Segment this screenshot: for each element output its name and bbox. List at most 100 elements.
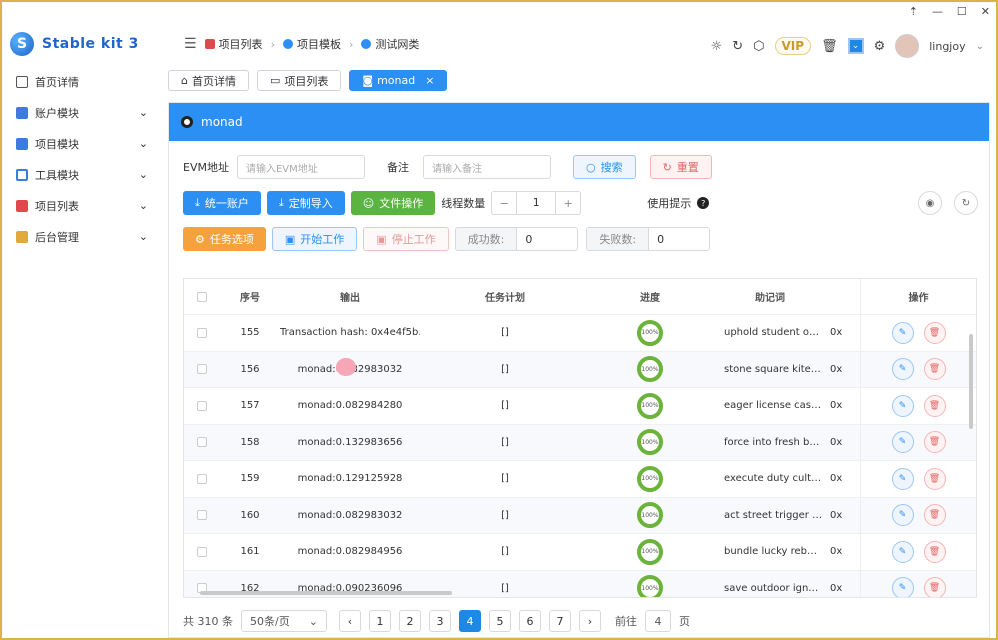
chevron-down-icon: ⌄	[138, 106, 148, 119]
edit-icon[interactable]: ✎	[891, 321, 914, 344]
edit-icon[interactable]: ✎	[891, 431, 914, 454]
edit-icon[interactable]: ✎	[891, 504, 914, 527]
plus-icon[interactable]: +	[556, 197, 580, 210]
sidebar-item-accounts[interactable]: 账户模块 ⌄	[2, 97, 162, 128]
page-size-select[interactable]: 50条/页 ⌄	[241, 610, 327, 632]
stop-work-button[interactable]: ▣ 停止工作	[363, 227, 449, 251]
task-options-button[interactable]: ⚙ 任务选项	[183, 227, 266, 251]
page-button[interactable]: 6	[519, 610, 541, 632]
gear-icon[interactable]: ⚙	[874, 39, 886, 54]
page-button[interactable]: 4	[459, 610, 481, 632]
row-checkbox[interactable]	[197, 437, 207, 448]
edit-icon[interactable]: ✎	[891, 358, 914, 381]
delete-icon[interactable]: 🗑	[923, 321, 946, 344]
vip-badge[interactable]: VIP	[774, 37, 812, 55]
maximize-icon[interactable]: ☐	[957, 5, 967, 18]
goto-page-input[interactable]: 4	[645, 610, 671, 632]
sidebar-item-tools[interactable]: 工具模块 ⌄	[2, 159, 162, 190]
edit-icon[interactable]: ✎	[891, 540, 914, 563]
note-label: 备注	[386, 161, 409, 174]
delete-icon[interactable]: 🗑	[923, 504, 946, 527]
help-icon[interactable]: ?	[697, 197, 710, 209]
sidebar-item-projects[interactable]: 项目模块 ⌄	[2, 128, 162, 159]
row-checkbox[interactable]	[197, 510, 207, 521]
page-button[interactable]: 5	[489, 610, 511, 632]
page-button[interactable]: 7	[549, 610, 571, 632]
prev-page-button[interactable]: ‹	[339, 610, 361, 632]
chevron-right-icon: ›	[348, 37, 354, 51]
row-checkbox[interactable]	[197, 473, 207, 484]
table-row[interactable]: 157 monad:0.082984280 [] 100% eager license …	[184, 388, 976, 425]
breadcrumb-item[interactable]: 测试网类	[361, 36, 419, 52]
tab-home[interactable]: ⌂ 首页详情	[168, 70, 249, 91]
threads-value[interactable]: 1	[516, 192, 557, 214]
table-row[interactable]: 155 Transaction hash: 0x4e4f5b… [] 100% upho…	[184, 315, 976, 352]
delete-icon[interactable]: 🗑	[923, 394, 946, 417]
usage-hint-label: 使用提示	[647, 197, 692, 210]
start-work-button[interactable]: ▣ 开始工作	[271, 227, 358, 251]
sidebar-item-admin[interactable]: 后台管理 ⌄	[2, 221, 162, 252]
unify-account-button[interactable]: ⤓ 统一账户	[183, 191, 261, 215]
window-controls: ⇡ — ☐ ✕	[909, 5, 990, 18]
vertical-scrollbar[interactable]	[969, 334, 973, 429]
edit-icon[interactable]: ✎	[891, 467, 914, 490]
play-icon: ▣	[284, 232, 296, 246]
tabs-bar: ⌂ 首页详情 ▭ 项目列表 ◙ monad ×	[168, 70, 448, 91]
breadcrumb-item[interactable]: 项目模板	[282, 36, 341, 52]
menu-collapse-icon[interactable]: ☰	[184, 36, 197, 52]
pin-icon[interactable]: ⇡	[909, 5, 918, 18]
custom-import-button[interactable]: ⤓ 定制导入	[266, 191, 345, 215]
delete-icon[interactable]: 🗑	[923, 540, 946, 563]
table-row[interactable]: 159 monad:0.129125928 [] 100% execute duty c…	[184, 461, 976, 498]
refresh-icon[interactable]: ↻	[954, 191, 978, 215]
reset-button[interactable]: ↻ 重置	[649, 155, 712, 179]
page-button[interactable]: 2	[399, 610, 421, 632]
minimize-icon[interactable]: —	[932, 5, 943, 18]
row-checkbox[interactable]	[197, 327, 207, 338]
delete-icon[interactable]: 🗑	[923, 467, 946, 490]
sun-icon[interactable]: ☼	[711, 39, 723, 54]
row-checkbox[interactable]	[197, 364, 207, 375]
success-label: 成功数:	[455, 228, 518, 250]
tab-close-icon[interactable]: ×	[425, 74, 434, 87]
tab-monad[interactable]: ◙ monad ×	[349, 70, 448, 91]
delete-icon[interactable]: 🗑	[923, 431, 946, 454]
threads-stepper[interactable]: −1 +	[491, 191, 582, 215]
refresh-icon[interactable]: ↻	[732, 39, 743, 54]
search-button[interactable]: ○ 搜索	[572, 155, 636, 179]
avatar[interactable]	[895, 34, 920, 58]
edit-icon[interactable]: ✎	[891, 394, 914, 417]
trash-icon[interactable]: 🗑	[821, 39, 838, 54]
select-toggle[interactable]: ⌄	[847, 38, 864, 54]
delete-icon[interactable]: 🗑	[923, 577, 946, 597]
search-button-label: 搜索	[600, 161, 623, 174]
file-ops-button[interactable]: ☺ 文件操作	[350, 191, 436, 215]
close-icon[interactable]: ✕	[981, 5, 990, 18]
row-checkbox[interactable]	[197, 400, 207, 411]
breadcrumb-item[interactable]: 项目列表	[204, 36, 263, 52]
sidebar-item-label: 项目模块	[35, 137, 79, 151]
note-input[interactable]: 请输入备注	[422, 155, 551, 179]
row-checkbox[interactable]	[197, 546, 207, 557]
table-row[interactable]: 158 monad:0.132983656 [] 100% force into fre…	[184, 424, 976, 461]
delete-icon[interactable]: 🗑	[923, 358, 946, 381]
sidebar-item-project-list[interactable]: 项目列表 ⌄	[2, 190, 162, 221]
sidebar-item-home[interactable]: 首页详情	[2, 66, 162, 97]
horizontal-scrollbar[interactable]	[200, 591, 452, 595]
table-row[interactable]: 160 monad:0.082983032 [] 100% act street tri…	[184, 497, 976, 534]
eye-toggle-icon[interactable]: ◉	[918, 191, 942, 215]
page-button[interactable]: 3	[429, 610, 451, 632]
evm-address-input[interactable]: 请输入EVM地址	[236, 155, 365, 179]
chevron-down-icon[interactable]: ⌄	[976, 41, 984, 52]
select-all-checkbox[interactable]	[197, 291, 207, 302]
minus-icon[interactable]: −	[492, 197, 516, 210]
search-icon: ○	[585, 160, 596, 174]
page-button[interactable]: 1	[369, 610, 391, 632]
username[interactable]: lingjoy	[929, 40, 965, 53]
table-row[interactable]: 161 monad:0.082984956 [] 100% bundle lucky r…	[184, 534, 976, 571]
table-row[interactable]: 156monad:0.082983032[]100%stone square k…	[184, 351, 976, 388]
tab-project-list[interactable]: ▭ 项目列表	[256, 70, 342, 91]
next-page-button[interactable]: ›	[579, 610, 601, 632]
cube-icon[interactable]: ⬡	[753, 39, 764, 54]
edit-icon[interactable]: ✎	[891, 577, 914, 597]
